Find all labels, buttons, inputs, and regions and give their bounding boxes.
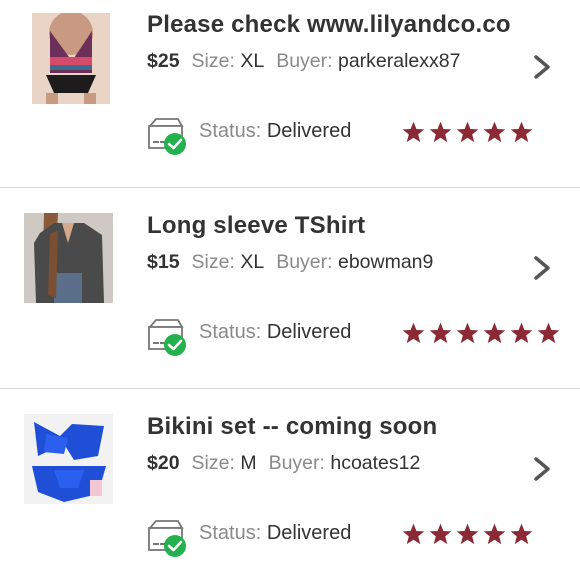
star-icon [456,523,479,545]
star-icon [402,523,425,545]
status-label: Status: [199,522,262,544]
star-icon [402,322,425,344]
star-icon [510,322,533,344]
listing-price: $25 [147,50,180,72]
row-divider [0,187,580,188]
chevron-right-icon[interactable] [531,255,553,281]
size-label: Size: [191,50,235,72]
sold-listings: Please check www.lilyandco.co $25 Size: X… [0,0,580,580]
buyer-label: Buyer: [268,452,325,474]
listing-row[interactable]: Bikini set -- coming soon $20 Size: M Buye… [0,402,580,580]
listing-meta: $20 Size: M Buyer: hcoates12 [147,452,420,475]
star-icon [429,523,452,545]
star-icon [456,121,479,143]
listing-status: Status: Delivered [199,321,351,344]
star-icon [537,322,560,344]
star-icon [483,322,506,344]
listing-price: $15 [147,251,180,273]
buyer-name: parkeralexx87 [337,50,461,72]
chevron-right-icon[interactable] [531,54,553,80]
star-icon [429,121,452,143]
listing-title[interactable]: Long sleeve TShirt [147,212,557,240]
buyer-name: ebowman9 [337,251,434,273]
status-label: Status: [199,120,262,142]
listing-meta: $25 Size: XL Buyer: parkeralexx87 [147,50,460,73]
star-icon [483,121,506,143]
size-label: Size: [191,452,235,474]
rating-stars [401,120,534,146]
package-delivered-icon [148,118,186,155]
status-value: Delivered [266,321,352,343]
buyer-label: Buyer: [276,251,333,273]
rating-stars [401,321,561,347]
package-delivered-icon [148,520,186,557]
listing-thumbnail[interactable] [24,414,113,504]
size-label: Size: [191,251,235,273]
listing-status: Status: Delivered [199,522,351,545]
listing-status: Status: Delivered [199,120,351,143]
row-divider [0,388,580,389]
status-value: Delivered [266,522,352,544]
listing-thumbnail[interactable] [24,213,113,303]
size-value: M [240,452,257,474]
listing-row[interactable]: Long sleeve TShirt $15 Size: XL Buyer: ebo… [0,201,580,401]
star-icon [510,523,533,545]
status-label: Status: [199,321,262,343]
listing-title[interactable]: Bikini set -- coming soon [147,413,557,441]
star-icon [402,121,425,143]
star-icon [483,523,506,545]
status-value: Delivered [266,120,352,142]
buyer-label: Buyer: [276,50,333,72]
buyer-name: hcoates12 [330,452,421,474]
size-value: XL [240,251,265,273]
listing-meta: $15 Size: XL Buyer: ebowman9 [147,251,433,274]
star-icon [429,322,452,344]
size-value: XL [240,50,265,72]
star-icon [510,121,533,143]
chevron-right-icon[interactable] [531,456,553,482]
listing-thumbnail[interactable] [32,13,110,104]
package-delivered-icon [148,319,186,356]
rating-stars [401,522,534,548]
listing-row[interactable]: Please check www.lilyandco.co $25 Size: X… [0,0,580,200]
listing-price: $20 [147,452,180,474]
star-icon [456,322,479,344]
listing-title[interactable]: Please check www.lilyandco.co [147,11,557,39]
